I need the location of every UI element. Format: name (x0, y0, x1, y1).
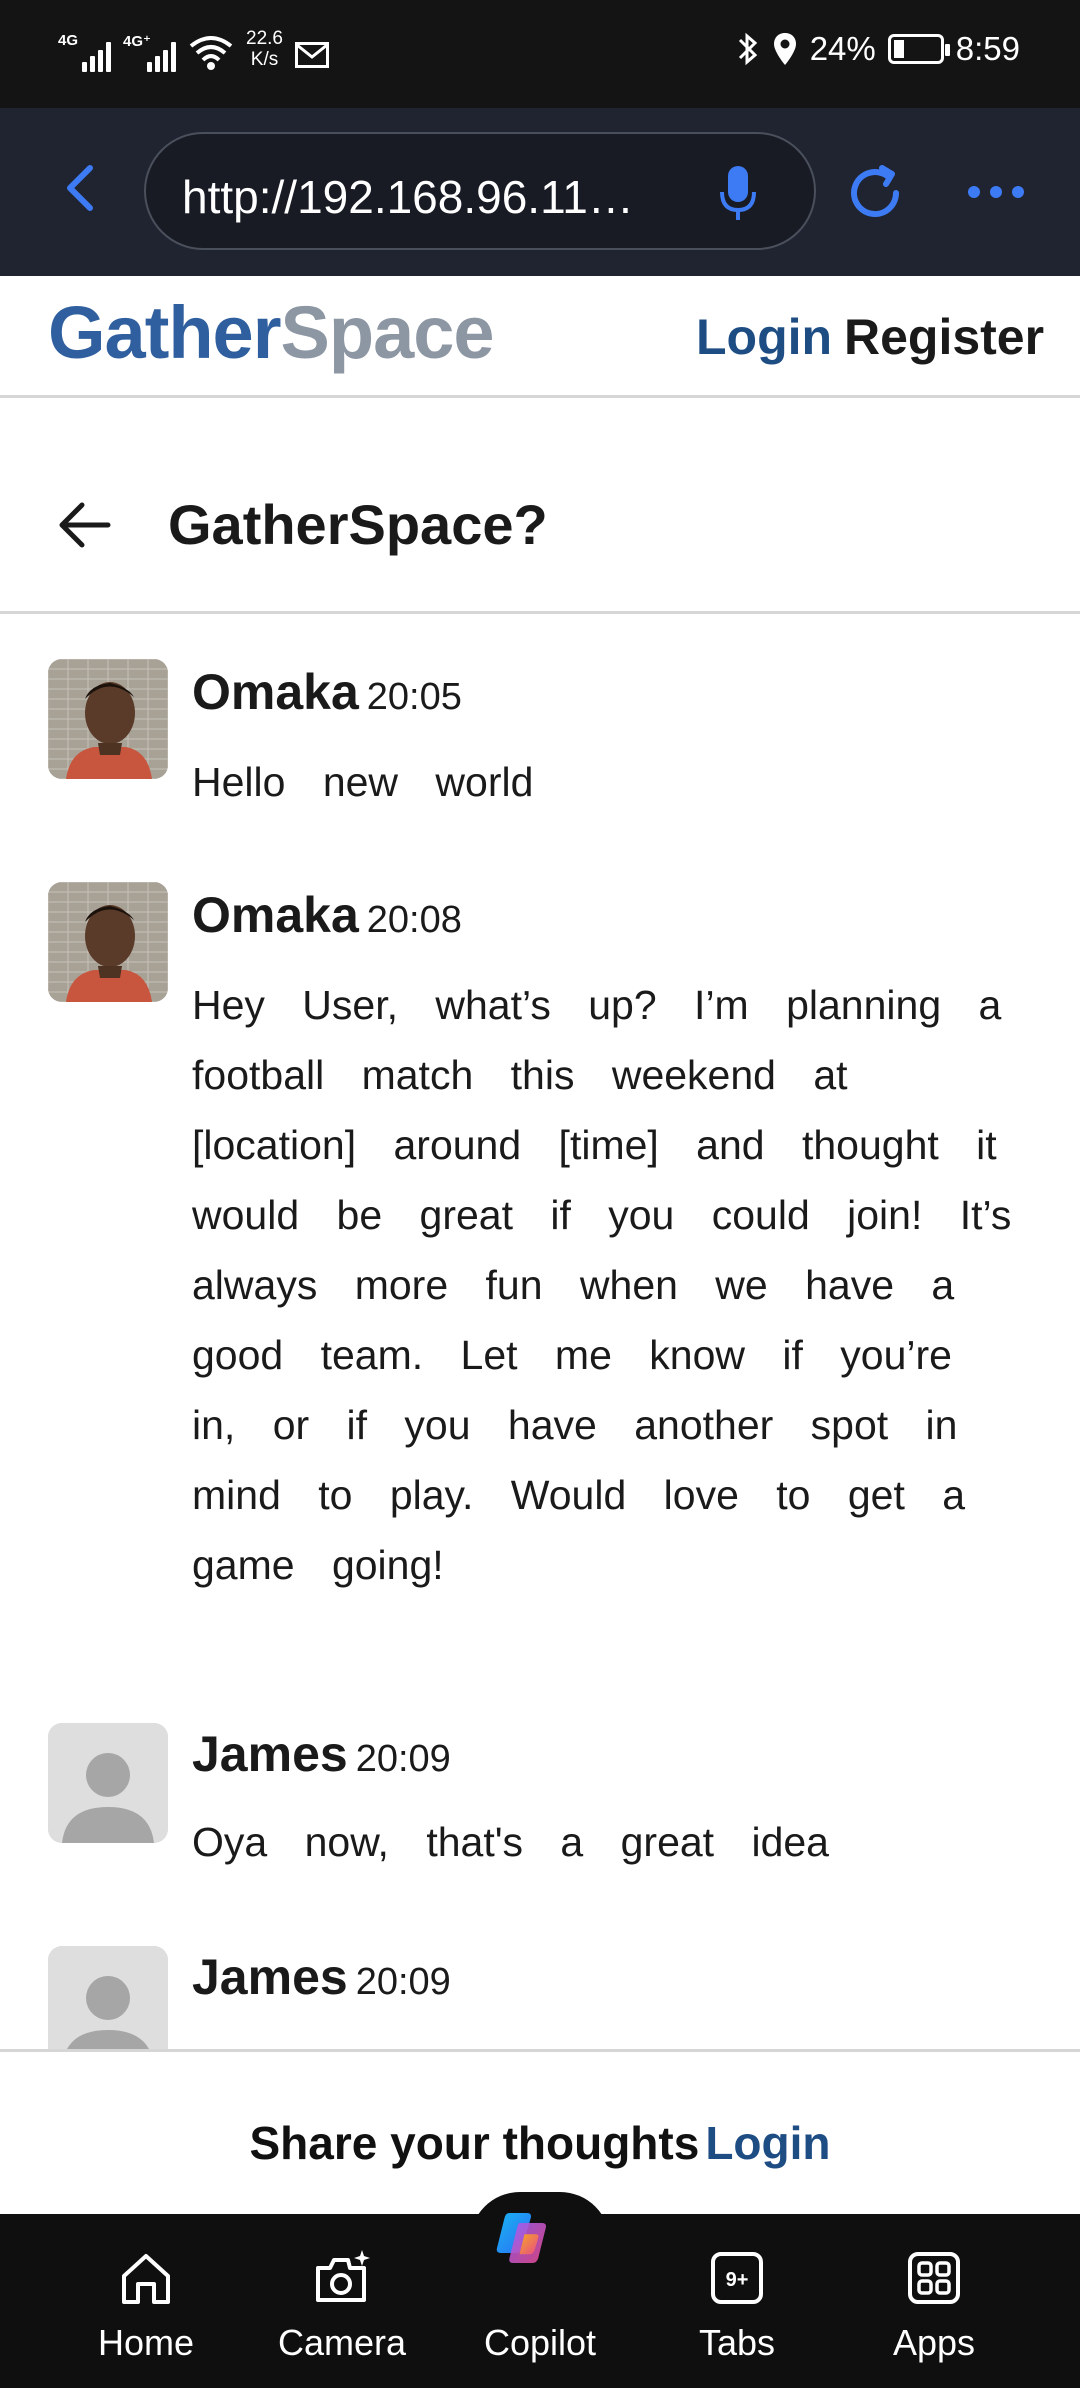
message-text: Hey User, what’s up? I’m planning a foot… (192, 982, 1012, 1588)
more-options-icon[interactable] (964, 180, 1028, 204)
tabs-icon: 9+ (711, 2252, 763, 2304)
network-speed-unit: K/s (250, 49, 279, 70)
nav-copilot[interactable]: Copilot (440, 2213, 640, 2388)
message-time: 20:09 (355, 1961, 451, 2003)
message-header: James 20:09 (192, 1725, 451, 1783)
avatar[interactable] (48, 882, 168, 1002)
nav-home-label: Home (97, 2322, 195, 2363)
camera-icon (316, 2250, 370, 2302)
copilot-icon (496, 2213, 546, 2263)
nav-apps-label: Apps (892, 2322, 976, 2363)
message-time: 20:09 (355, 1738, 451, 1780)
reload-icon[interactable] (842, 160, 908, 226)
home-icon (122, 2254, 170, 2304)
status-bar: 4G 4G⁺ 22.6 K/s 24% 8:59 (0, 0, 1080, 108)
apps-icon (908, 2252, 960, 2304)
signal-1-icon: 4G (58, 28, 111, 72)
signal-2-icon: 4G⁺ (123, 28, 176, 72)
browser-back-icon[interactable] (52, 158, 112, 218)
nav-tabs[interactable]: 9+ Tabs (637, 2214, 837, 2388)
back-arrow-icon[interactable] (56, 500, 112, 550)
signal-1-label: 4G (58, 32, 79, 49)
mail-icon (294, 42, 329, 68)
avatar[interactable] (48, 659, 168, 779)
message-header: Omaka 20:08 (192, 886, 462, 944)
microphone-icon[interactable] (718, 164, 758, 224)
site-header: GatherSpace Login Register (0, 276, 1080, 398)
status-time: 8:59 (955, 30, 1020, 67)
nav-home[interactable]: Home (46, 2214, 246, 2388)
battery-icon (887, 34, 950, 64)
share-login-link[interactable]: Login (705, 2117, 830, 2169)
message-author[interactable]: Omaka (192, 887, 359, 943)
message-text: Hello new world (192, 759, 534, 805)
status-left: 4G 4G⁺ 22.6 K/s (58, 28, 329, 72)
battery-percent: 24% (809, 30, 876, 67)
message-header: James 20:09 (192, 1948, 451, 2006)
nav-camera[interactable]: Camera (242, 2214, 442, 2388)
network-speed: 22.6 K/s (246, 28, 283, 70)
message-list[interactable]: Omaka 20:05 Hello new world Omaka 20:08 He… (0, 617, 1080, 2049)
avatar[interactable] (48, 1723, 168, 1843)
user-photo-icon (48, 882, 168, 1002)
signal-2-label: 4G⁺ (123, 33, 151, 50)
browser-toolbar: http://192.168.96.11… (0, 108, 1080, 276)
message-item: James 20:09 Oya now, that's a great idea (0, 1717, 1080, 1917)
message-author[interactable]: James (192, 1726, 348, 1782)
message-author[interactable]: Omaka (192, 664, 359, 720)
message-item: Omaka 20:08 Hey User, what’s up? I’m plan… (0, 862, 1080, 1588)
user-photo-icon (48, 659, 168, 779)
bluetooth-icon (738, 32, 757, 66)
nav-camera-label: Camera (277, 2322, 407, 2363)
status-right: 24% 8:59 (736, 30, 1020, 68)
page-title: GatherSpace? (168, 493, 548, 556)
header-register-link[interactable]: Register (844, 308, 1044, 366)
site-logo[interactable]: GatherSpace (48, 290, 495, 375)
message-author[interactable]: James (192, 1949, 348, 2005)
nav-apps[interactable]: Apps (834, 2214, 1034, 2388)
nav-tabs-label: Tabs (698, 2322, 776, 2363)
message-header: Omaka 20:05 (192, 663, 462, 721)
avatar[interactable] (48, 1946, 168, 2049)
tabs-badge: 9+ (726, 2269, 749, 2291)
network-speed-value: 22.6 (246, 28, 283, 49)
message-item: James20:09 Wh (0, 1940, 1080, 2049)
browser-bottom-nav: Home Camera Copilot 9+ Tabs Apps (0, 2192, 1080, 2388)
message-item: Omaka 20:05 Hello new world (0, 639, 1080, 819)
share-prompt: Share your thoughts Login (0, 2116, 1080, 2170)
wifi-icon (189, 36, 233, 70)
default-avatar-icon (48, 1946, 168, 2049)
message-text: Wh (192, 2030, 1022, 2049)
page-header: GatherSpace? (0, 400, 1080, 614)
nav-copilot-label: Copilot (483, 2322, 597, 2363)
address-bar-url[interactable]: http://192.168.96.11… (182, 170, 682, 224)
message-time: 20:05 (366, 676, 462, 718)
share-prompt-text: Share your thoughts (249, 2117, 700, 2169)
message-time: 20:08 (366, 899, 462, 941)
logo-part-space: Space (280, 291, 495, 374)
message-text: Oya now, that's a great idea (192, 1819, 829, 1865)
header-login-link[interactable]: Login (696, 308, 832, 366)
location-icon (773, 33, 796, 65)
default-avatar-icon (48, 1723, 168, 1843)
share-bar: Share your thoughts Login (0, 2049, 1080, 2214)
address-bar[interactable]: http://192.168.96.11… (144, 132, 816, 250)
logo-part-gather: Gather (48, 291, 282, 374)
